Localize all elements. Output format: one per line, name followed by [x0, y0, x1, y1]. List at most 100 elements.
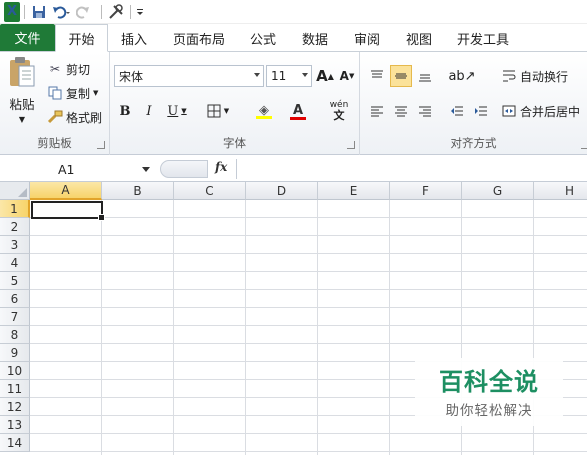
align-middle-button[interactable] [390, 65, 412, 87]
row-header-8[interactable]: 8 [0, 326, 30, 344]
copy-label: 复制 [66, 86, 91, 101]
borders-button[interactable]: ▼ [202, 100, 234, 122]
tab-page-layout[interactable]: 页面布局 [160, 25, 238, 51]
wrap-text-button[interactable]: 自动换行 [500, 66, 568, 86]
copy-icon [46, 86, 64, 100]
cut-label: 剪切 [66, 62, 91, 77]
align-middle-icon [394, 70, 408, 82]
select-all-button[interactable] [0, 182, 30, 200]
underline-button[interactable]: U ▼ [162, 100, 192, 122]
dialog-launcher-icon[interactable] [581, 141, 587, 149]
row-header-14[interactable]: 14 [0, 434, 30, 452]
italic-button[interactable]: I [138, 100, 160, 122]
font-color-label: A [292, 102, 304, 118]
undo-icon[interactable] [49, 2, 73, 22]
format-painter-button[interactable]: 格式刷 [46, 108, 102, 126]
decrease-font-size-button[interactable]: A ▼ [336, 65, 358, 87]
formula-input[interactable] [236, 159, 587, 179]
alignment-group-title: 对齐方式 [450, 136, 497, 150]
copy-button[interactable]: 复制 ▼ [46, 84, 98, 102]
column-header-g[interactable]: G [462, 182, 534, 200]
row-header-11[interactable]: 11 [0, 380, 30, 398]
paste-button[interactable]: 粘贴 ▼ [4, 56, 40, 128]
font-size-select[interactable]: 11 [266, 65, 312, 87]
orientation-button[interactable]: ab↗ [446, 65, 478, 87]
tab-home[interactable]: 开始 [55, 24, 108, 52]
row-header-6[interactable]: 6 [0, 290, 30, 308]
increase-indent-icon [474, 105, 488, 117]
font-color-button[interactable]: A [282, 100, 314, 122]
bold-label: B [119, 103, 131, 119]
dialog-launcher-icon[interactable] [97, 141, 105, 149]
italic-label: I [146, 103, 152, 119]
paintbrush-icon [46, 110, 64, 124]
ribbon-home: 粘贴 ▼ ✂ 剪切 复制 ▼ 格式刷 剪贴板 宋体 11 A ▲ A ▼ B I… [0, 52, 587, 155]
merge-center-label: 合并后居中 [520, 104, 581, 119]
column-header-d[interactable]: D [246, 182, 318, 200]
align-center-button[interactable] [390, 100, 412, 122]
wrap-text-icon [500, 69, 518, 83]
quick-access-toolbar: X [0, 0, 587, 24]
align-bottom-icon [418, 70, 432, 82]
redo-icon[interactable] [73, 2, 97, 22]
row-header-9[interactable]: 9 [0, 344, 30, 362]
cut-button[interactable]: ✂ 剪切 [46, 60, 90, 78]
column-header-e[interactable]: E [318, 182, 390, 200]
wrap-text-label: 自动换行 [520, 69, 569, 84]
merge-center-icon [500, 104, 518, 118]
tab-file[interactable]: 文件 [0, 24, 55, 51]
font-group-title: 字体 [223, 136, 246, 150]
increase-font-size-label: A [316, 67, 328, 85]
watermark-subtitle: 助你轻松解决 [445, 403, 533, 419]
column-header-f[interactable]: F [390, 182, 462, 200]
clipboard-group: 粘贴 ▼ ✂ 剪切 复制 ▼ 格式刷 剪贴板 [0, 52, 110, 155]
insert-function-button[interactable]: fx [215, 160, 233, 178]
customize-qat-icon[interactable] [135, 2, 145, 22]
excel-logo-icon[interactable]: X [4, 1, 20, 22]
increase-indent-button[interactable] [470, 100, 492, 122]
tab-insert[interactable]: 插入 [108, 25, 160, 51]
tab-developer[interactable]: 开发工具 [446, 25, 520, 51]
tab-view[interactable]: 视图 [392, 25, 446, 51]
fill-color-button[interactable]: ◈ [248, 100, 280, 122]
format-tools-icon[interactable] [106, 2, 126, 22]
row-header-12[interactable]: 12 [0, 398, 30, 416]
row-header-4[interactable]: 4 [0, 254, 30, 272]
align-left-icon [370, 105, 384, 117]
tab-data[interactable]: 数据 [288, 25, 342, 51]
row-header-10[interactable]: 10 [0, 362, 30, 380]
bold-button[interactable]: B [114, 100, 136, 122]
chevron-down-icon: ▼ [223, 107, 230, 115]
align-right-button[interactable] [414, 100, 436, 122]
name-box[interactable]: A1 [2, 159, 154, 179]
paste-icon [8, 56, 36, 88]
align-left-button[interactable] [366, 100, 388, 122]
phonetic-guide-button[interactable]: wén 文 [324, 100, 354, 122]
row-header-5[interactable]: 5 [0, 272, 30, 290]
merge-center-button[interactable]: 合并后居中 [500, 101, 580, 121]
column-header-a[interactable]: A [30, 182, 102, 200]
column-header-c[interactable]: C [174, 182, 246, 200]
formula-bar-handle[interactable] [160, 160, 208, 178]
tab-formulas[interactable]: 公式 [238, 25, 288, 51]
column-header-b[interactable]: B [102, 182, 174, 200]
save-icon[interactable] [29, 2, 49, 22]
chevron-down-icon [254, 73, 260, 77]
font-name-select[interactable]: 宋体 [114, 65, 264, 87]
align-top-button[interactable] [366, 65, 388, 87]
active-cell[interactable] [31, 201, 105, 221]
decrease-indent-button[interactable] [446, 100, 468, 122]
row-header-13[interactable]: 13 [0, 416, 30, 434]
column-header-h[interactable]: H [534, 182, 587, 200]
qat-divider [24, 4, 25, 19]
row-header-7[interactable]: 7 [0, 308, 30, 326]
increase-font-size-button[interactable]: A ▲ [314, 65, 336, 87]
row-header-2[interactable]: 2 [0, 218, 30, 236]
tab-review[interactable]: 审阅 [342, 25, 392, 51]
align-right-icon [418, 105, 432, 117]
row-header-3[interactable]: 3 [0, 236, 30, 254]
align-bottom-button[interactable] [414, 65, 436, 87]
row-header-1[interactable]: 1 [0, 200, 30, 218]
alignment-group: ab↗ 自动换行 合并后居中 对齐方式 [360, 52, 587, 155]
dialog-launcher-icon[interactable] [347, 141, 355, 149]
